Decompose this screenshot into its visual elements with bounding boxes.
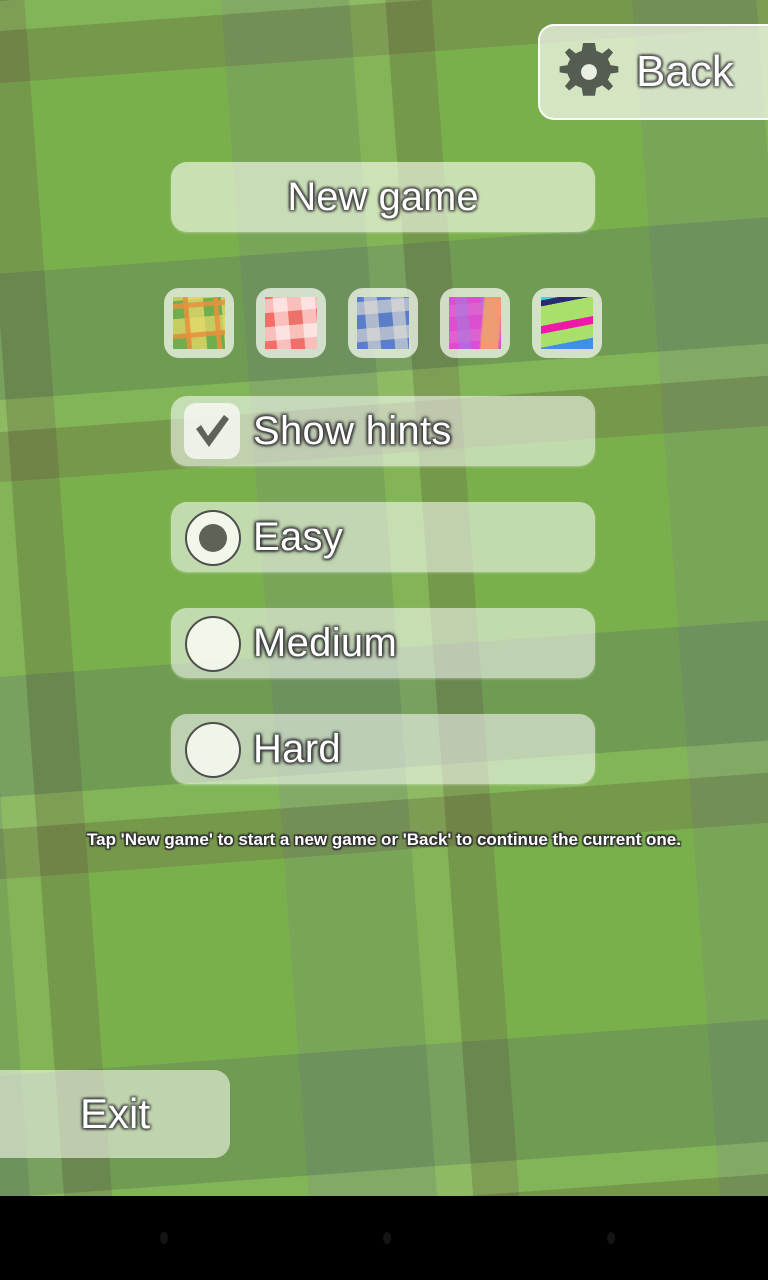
theme-preview-red-gingham bbox=[265, 297, 317, 349]
recents-nav-dot[interactable] bbox=[607, 1232, 615, 1244]
exit-button-label: Exit bbox=[79, 1090, 150, 1137]
gear-icon bbox=[559, 42, 619, 96]
theme-preview-cyan-stripes bbox=[541, 297, 593, 349]
hard-label: Hard bbox=[253, 727, 341, 771]
theme-swatch-magenta-mix[interactable] bbox=[440, 288, 510, 358]
theme-preview-blue-check bbox=[357, 297, 409, 349]
theme-preview-green-plaid bbox=[173, 297, 225, 349]
new-game-button[interactable]: New game bbox=[171, 162, 595, 232]
hint-text: Tap 'New game' to start a new game or 'B… bbox=[87, 830, 681, 849]
theme-swatch-green-plaid[interactable] bbox=[164, 288, 234, 358]
difficulty-option-medium[interactable]: Medium bbox=[171, 608, 595, 678]
home-nav-dot[interactable] bbox=[383, 1232, 391, 1244]
app-screen: Back New game Show hints Easy Medium Har… bbox=[0, 0, 768, 1280]
easy-radio[interactable] bbox=[185, 510, 241, 566]
show-hints-label: Show hints bbox=[253, 409, 452, 453]
back-button-label: Back bbox=[636, 47, 734, 96]
theme-swatch-row bbox=[164, 288, 604, 360]
medium-label: Medium bbox=[253, 621, 398, 665]
difficulty-option-hard[interactable]: Hard bbox=[171, 714, 595, 784]
theme-swatch-blue-check[interactable] bbox=[348, 288, 418, 358]
theme-swatch-red-gingham[interactable] bbox=[256, 288, 326, 358]
back-button[interactable]: Back bbox=[538, 24, 768, 120]
back-nav-dot[interactable] bbox=[160, 1232, 168, 1244]
show-hints-checkbox[interactable] bbox=[184, 403, 240, 459]
easy-label: Easy bbox=[253, 515, 344, 559]
check-icon bbox=[196, 415, 229, 447]
hard-radio[interactable] bbox=[185, 722, 241, 778]
medium-radio-dot bbox=[199, 630, 227, 658]
theme-swatch-cyan-stripes[interactable] bbox=[532, 288, 602, 358]
show-hints-row[interactable]: Show hints bbox=[171, 396, 595, 466]
medium-radio[interactable] bbox=[185, 616, 241, 672]
hard-radio-dot bbox=[199, 736, 227, 764]
exit-button[interactable]: Exit bbox=[0, 1070, 230, 1158]
system-navbar bbox=[0, 1196, 768, 1280]
difficulty-option-easy[interactable]: Easy bbox=[171, 502, 595, 572]
theme-preview-magenta-mix bbox=[449, 297, 501, 349]
new-game-label: New game bbox=[287, 175, 479, 219]
easy-radio-dot bbox=[199, 524, 227, 552]
